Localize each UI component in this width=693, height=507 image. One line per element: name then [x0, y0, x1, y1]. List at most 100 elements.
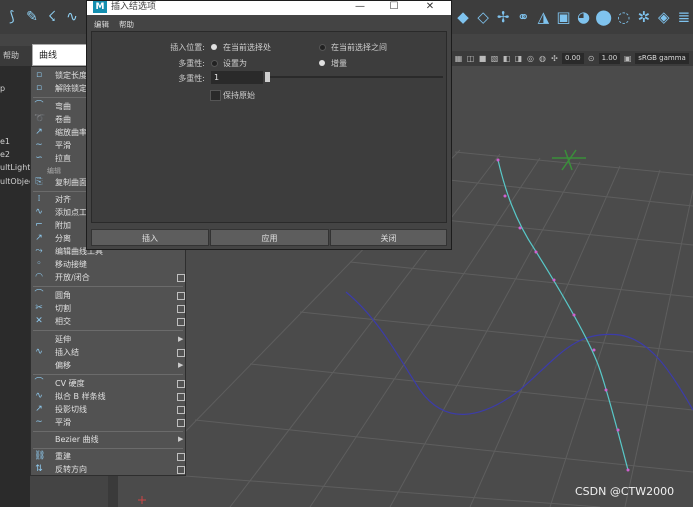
option-box[interactable]	[177, 305, 185, 313]
gamma-field[interactable]: 1.00	[598, 53, 621, 64]
menu-cv-hardness[interactable]: ⌒ CV 硬度	[31, 377, 185, 390]
wireframe-icon[interactable]: ◫	[466, 54, 475, 63]
menu-reverse-direction[interactable]: ⇅ 反转方向	[31, 463, 185, 476]
option-box[interactable]	[177, 380, 185, 388]
snap-vertex-icon[interactable]: ◆	[454, 7, 472, 27]
smooth-icon: ∼	[35, 417, 43, 427]
menu-cut[interactable]: ✂ 切割	[31, 302, 185, 315]
gear-icon[interactable]: ✲	[635, 7, 653, 27]
menu-rebuild[interactable]: ⛓ 重建	[31, 450, 185, 463]
edit-curve-icon: ⤳	[35, 246, 43, 256]
menu-insert-knot[interactable]: ∿ 插入结	[31, 346, 185, 359]
xray-icon[interactable]: ◍	[538, 54, 547, 63]
outliner-item[interactable]: p	[0, 84, 5, 93]
menu-offset[interactable]: 偏移 ▶	[31, 359, 185, 372]
stack-icon[interactable]: ≣	[675, 7, 693, 27]
menu-open-close[interactable]: ◠ 开放/闭合	[31, 271, 185, 284]
insert-button[interactable]: 插入	[91, 229, 209, 246]
menu-fillet[interactable]: ⌒ 圆角	[31, 289, 185, 302]
maximize-icon[interactable]: ☐	[383, 1, 405, 13]
viewport-3d[interactable]	[450, 66, 693, 507]
curl-icon: ➰	[34, 114, 46, 124]
colorspace-field[interactable]: sRGB gamma	[635, 53, 689, 64]
menu-fit-bspline[interactable]: ∿ 拟合 B 样条线	[31, 390, 185, 403]
gamma-icon[interactable]: ⊙	[587, 54, 596, 63]
tangent-icon[interactable]: ✢	[494, 7, 512, 27]
radio-increment[interactable]	[319, 60, 325, 66]
project-tangent-icon: ↗	[35, 404, 43, 414]
isolate-icon[interactable]: ◎	[526, 54, 535, 63]
outliner-item[interactable]: e1	[0, 137, 10, 146]
radio-between-selection[interactable]	[319, 44, 326, 51]
attach-icon: ⌐	[35, 220, 43, 230]
option-box[interactable]	[177, 453, 185, 461]
textured-icon[interactable]: ▧	[490, 54, 499, 63]
align-icon: ⁞	[37, 194, 41, 204]
dialog-menu-edit[interactable]: 编辑	[94, 19, 109, 30]
radio-set-to[interactable]	[211, 60, 218, 67]
exposure-icon[interactable]: ✣	[550, 54, 559, 63]
exposure-field[interactable]: 0.00	[562, 53, 584, 64]
option-box[interactable]	[177, 349, 185, 357]
open-close-icon: ◠	[35, 272, 43, 282]
panel-help-menu[interactable]: 帮助	[3, 50, 19, 61]
shelf-left-tools: ⟆ ✎ ☇ ∿	[0, 0, 88, 34]
grid-icon[interactable]: ▦	[454, 54, 463, 63]
option-box[interactable]	[177, 292, 185, 300]
apply-button[interactable]: 应用	[210, 229, 329, 246]
menu-extend[interactable]: 延伸 ▶	[31, 333, 185, 346]
option-box[interactable]	[177, 406, 185, 414]
detach-icon: ↗	[35, 233, 43, 243]
multiplicity-slider-handle[interactable]	[265, 72, 270, 82]
outliner-item[interactable]: ultObjec	[0, 177, 33, 186]
light-icon[interactable]: ◧	[502, 54, 511, 63]
triangle-icon[interactable]: ◮	[534, 7, 552, 27]
curve-tool-icon[interactable]: ∿	[64, 7, 80, 27]
menu-bezier-curves[interactable]: Bezier 曲线 ▶	[31, 433, 185, 446]
option-box[interactable]	[177, 466, 185, 474]
lasso-tool-icon[interactable]: ⟆	[4, 7, 20, 27]
radio-at-selection[interactable]	[211, 44, 217, 50]
duplicate-icon: ⎘	[35, 177, 43, 187]
panel-separator	[108, 476, 118, 507]
option-box[interactable]	[177, 274, 185, 282]
cube-icon[interactable]: ▣	[554, 7, 572, 27]
keep-original-checkbox[interactable]	[210, 90, 221, 101]
submenu-arrow-icon: ▶	[178, 435, 184, 443]
menu-move-seam[interactable]: ◦ 移动接缝	[31, 258, 185, 271]
radio-increment-label: 增量	[331, 59, 347, 68]
circle-select-icon[interactable]: ◌	[615, 7, 633, 27]
multiplicity-slider-track[interactable]	[269, 76, 443, 78]
colorspace-icon[interactable]: ▣	[623, 54, 632, 63]
option-box[interactable]	[177, 393, 185, 401]
minimize-icon[interactable]: —	[349, 1, 371, 13]
close-icon[interactable]: ✕	[419, 1, 441, 13]
diamond-icon[interactable]: ◈	[655, 7, 673, 27]
shadow-icon[interactable]: ◨	[514, 54, 523, 63]
reverse-icon: ⇅	[35, 464, 43, 474]
paint-select-icon[interactable]: ✎	[24, 7, 40, 27]
dialog-menu-help[interactable]: 帮助	[119, 19, 134, 30]
curves-menu-tab[interactable]: 曲线	[32, 44, 90, 66]
close-button[interactable]: 关闭	[330, 229, 447, 246]
cv-hardness-icon: ⌒	[34, 378, 44, 388]
menu-intersect[interactable]: ✕ 相交	[31, 315, 185, 328]
smooth-icon: ∼	[35, 140, 43, 150]
snap-curve-icon[interactable]: ☇	[44, 7, 60, 27]
viewport-toolbar: ▦ ◫ ■ ▧ ◧ ◨ ◎ ◍ ✣ 0.00 ⊙ 1.00 ▣ sRGB gam…	[450, 51, 693, 66]
link-icon[interactable]: ⚭	[514, 7, 532, 27]
shaded-icon[interactable]: ■	[478, 54, 487, 63]
sphere-swap-icon[interactable]: ◕	[574, 7, 592, 27]
outliner-item[interactable]: e2	[0, 150, 10, 159]
multiplicity-input[interactable]: 1	[211, 71, 263, 84]
fit-bspline-icon: ∿	[35, 391, 43, 401]
menu-project-tangent[interactable]: ↗ 投影切线	[31, 403, 185, 416]
option-box[interactable]	[177, 419, 185, 427]
menu-separator	[33, 374, 183, 375]
rebuild-icon: ⛓	[34, 451, 46, 461]
menu-separator	[33, 286, 183, 287]
option-box[interactable]	[177, 318, 185, 326]
cvs-icon[interactable]: ◇	[474, 7, 492, 27]
menu-smooth-2[interactable]: ∼ 平滑	[31, 416, 185, 429]
drop-icon[interactable]: ⬤	[595, 7, 613, 27]
